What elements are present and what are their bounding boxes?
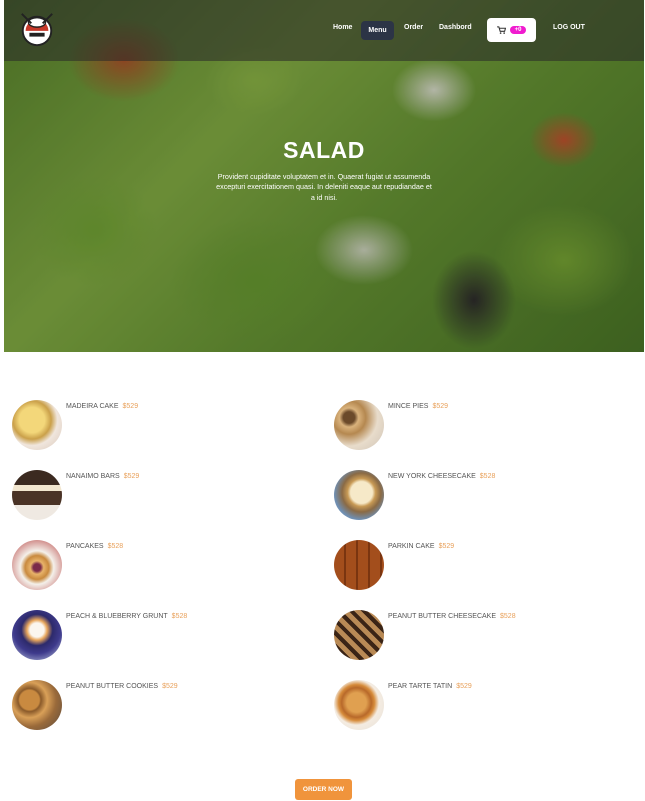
menu-item[interactable]: NEW YORK CHEESECAKE $528 [334,470,634,522]
hero-banner: Home Menu Order Dashbord +0 LOG OUT SALA… [4,0,644,352]
menu-item[interactable]: PEANUT BUTTER COOKIES $529 [12,680,312,732]
menu-item[interactable]: PEANUT BUTTER CHEESECAKE $528 [334,610,634,662]
item-name: NANAIMO BARS [66,473,120,480]
item-name: PARKIN CAKE [388,543,435,550]
peanut-butter-cookies-image [12,680,62,730]
item-price: $528 [479,473,496,480]
navbar: Home Menu Order Dashbord +0 LOG OUT [4,0,644,61]
peanut-butter-cheesecake-image [334,610,384,660]
mince-pies-image [334,400,384,450]
item-price: $529 [123,473,140,480]
madeira-cake-image [12,400,62,450]
logout-link[interactable]: LOG OUT [553,24,585,31]
item-name: PANCAKES [66,543,104,550]
item-name: NEW YORK CHEESECAKE [388,473,476,480]
nanaimo-bars-image [12,470,62,520]
nav-dashboard-link[interactable]: Dashbord [439,24,472,31]
order-now-button[interactable]: ORDER NOW [295,779,352,800]
chef-logo-icon[interactable] [18,10,56,48]
nav-menu-link[interactable]: Menu [361,21,394,40]
cart-button[interactable]: +0 [487,18,536,42]
cart-count-badge: +0 [509,26,527,34]
pancakes-image [12,540,62,590]
item-price: $528 [500,613,516,620]
item-price: $529 [162,683,178,690]
nav-home-link[interactable]: Home [333,24,352,31]
item-name: PEANUT BUTTER CHEESECAKE [388,613,497,620]
item-price: $529 [122,403,139,410]
item-price: $528 [171,613,188,620]
parkin-cake-image [334,540,384,590]
item-name: PEACH & BLUEBERRY GRUNT [66,613,168,620]
item-price: $528 [107,543,124,550]
item-price: $529 [438,543,455,550]
cart-icon [496,26,506,34]
hero-title: SALAD [283,137,365,163]
menu-item[interactable]: PEAR TARTE TATIN $529 [334,680,634,732]
item-price: $529 [456,683,472,690]
new-york-cheesecake-image [334,470,384,520]
item-price: $529 [432,403,449,410]
menu-item[interactable]: PARKIN CAKE $529 [334,540,634,592]
menu-item[interactable]: PANCAKES $528 [12,540,312,592]
menu-item[interactable]: MINCE PIES $529 [334,400,634,452]
menu-item[interactable]: MADEIRA CAKE $529 [12,400,312,452]
item-name: MADEIRA CAKE [66,403,119,410]
peach-blueberry-grunt-image [12,610,62,660]
menu-item[interactable]: NANAIMO BARS $529 [12,470,312,522]
menu-item[interactable]: PEACH & BLUEBERRY GRUNT $528 [12,610,312,662]
nav-order-link[interactable]: Order [404,24,423,31]
pear-tarte-tatin-image [334,680,384,730]
item-name: MINCE PIES [388,403,429,410]
item-name: PEANUT BUTTER COOKIES [66,683,159,690]
hero-description: Provident cupiditate voluptatem et in. Q… [216,172,432,202]
item-name: PEAR TARTE TATIN [388,683,453,690]
